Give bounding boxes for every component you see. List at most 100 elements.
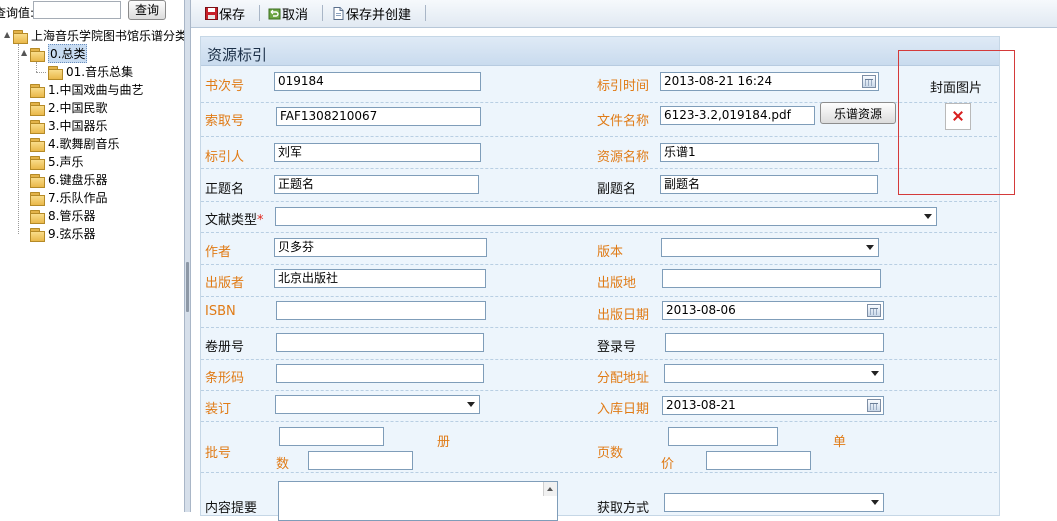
calendar-icon[interactable] <box>867 399 881 412</box>
tree-item-general[interactable]: 0.总类 <box>29 44 88 63</box>
request-no-input[interactable]: FAF1308210067 <box>276 107 481 126</box>
sub-title-label: 副题名 <box>597 182 637 197</box>
tree-item-folk-song[interactable]: 2.中国民歌 <box>29 99 107 116</box>
pub-date-value: 2013-08-06 <box>666 303 736 317</box>
author-input[interactable]: 贝多芬 <box>274 238 487 257</box>
tree-connector <box>36 62 37 72</box>
tree-connector <box>36 72 46 73</box>
row-divider <box>201 264 997 265</box>
file-name-input[interactable]: 6123-3.2,019184.pdf <box>660 106 815 125</box>
undo-icon <box>268 7 281 20</box>
unit-price-label-top: 单 <box>833 435 847 450</box>
summary-textarea[interactable] <box>278 481 558 521</box>
pub-date-input[interactable]: 2013-08-06 <box>662 301 884 320</box>
calendar-icon[interactable] <box>867 304 881 317</box>
unit-price-input[interactable] <box>706 451 811 470</box>
scroll-up-arrow[interactable] <box>543 482 557 496</box>
category-tree-pane: 查询值: 查询 ▲ 上海音乐学院图书馆乐谱分类 ▲ 0.总类 01.音乐总集 1… <box>0 0 184 512</box>
tree-item-instrumental[interactable]: 3.中国器乐 <box>29 117 107 134</box>
tree-item-strings[interactable]: 9.弦乐器 <box>29 225 95 242</box>
tree-connector <box>18 44 19 234</box>
tree-item-wind[interactable]: 8.管乐器 <box>29 207 95 224</box>
file-name-label: 文件名称 <box>597 114 650 129</box>
floppy-disk-icon <box>205 6 218 20</box>
sub-title-input[interactable]: 副题名 <box>660 175 878 194</box>
tree-item-dance-drama[interactable]: 4.歌舞剧音乐 <box>29 135 119 152</box>
save-and-create-button[interactable]: 保存并创建 <box>332 4 411 23</box>
resource-name-label: 资源名称 <box>597 150 650 165</box>
publisher-label: 出版者 <box>205 276 245 291</box>
acquisition-select[interactable] <box>664 493 884 512</box>
tree-item-music-collection[interactable]: 01.音乐总集 <box>47 63 133 80</box>
call-no-input[interactable]: 019184 <box>274 72 481 91</box>
tree-item-label: 2.中国民歌 <box>48 101 108 115</box>
row-divider <box>201 296 997 297</box>
pane-splitter[interactable] <box>184 0 191 512</box>
score-resource-button[interactable]: 乐谱资源 <box>820 102 896 124</box>
indexer-label: 标引人 <box>205 150 245 165</box>
summary-label: 内容提要 <box>205 501 258 516</box>
splitter-grip[interactable] <box>186 262 189 312</box>
tree-item-label: 3.中国器乐 <box>48 119 108 133</box>
pages-input[interactable] <box>668 427 778 446</box>
pub-place-input[interactable] <box>662 269 881 288</box>
publisher-input[interactable]: 北京出版社 <box>274 269 486 288</box>
acquisition-label: 获取方式 <box>597 501 650 516</box>
binding-label: 装订 <box>205 402 232 417</box>
index-time-input[interactable]: 2013-08-21 16:24 <box>660 72 879 91</box>
tree-root-label: 上海音乐学院图书馆乐谱分类 <box>31 29 184 43</box>
resource-name-input[interactable]: 乐谱1 <box>660 143 879 162</box>
tree-item-vocal[interactable]: 5.声乐 <box>29 153 83 170</box>
edition-select[interactable] <box>661 238 879 257</box>
folder-icon <box>29 173 45 188</box>
author-label: 作者 <box>205 245 232 260</box>
isbn-input[interactable] <box>276 301 486 320</box>
register-no-label: 登录号 <box>597 340 637 355</box>
broken-image-icon[interactable] <box>945 103 971 130</box>
alloc-addr-label: 分配地址 <box>597 371 650 386</box>
toolbar-separator <box>259 5 260 21</box>
main-title-input[interactable]: 正题名 <box>274 175 479 194</box>
binding-select[interactable] <box>275 395 480 414</box>
folder-icon <box>29 47 45 62</box>
doc-type-select[interactable] <box>275 207 937 226</box>
volume-input[interactable] <box>276 333 484 352</box>
collapse-icon[interactable]: ▲ <box>4 30 10 39</box>
tree-root[interactable]: 上海音乐学院图书馆乐谱分类 <box>12 27 184 44</box>
batch-no-input[interactable] <box>279 427 384 446</box>
storage-date-input[interactable]: 2013-08-21 <box>662 396 884 415</box>
index-time-label: 标引时间 <box>597 79 650 94</box>
calendar-icon[interactable] <box>862 75 876 88</box>
volume-count-input[interactable] <box>308 451 413 470</box>
indexer-input[interactable]: 刘军 <box>274 143 481 162</box>
search-input[interactable] <box>33 1 121 19</box>
tree-item-keyboard[interactable]: 6.键盘乐器 <box>29 171 107 188</box>
barcode-input[interactable] <box>276 364 484 383</box>
cancel-button[interactable]: 取消 <box>268 4 308 23</box>
edition-label: 版本 <box>597 245 624 260</box>
save-button[interactable]: 保存 <box>205 4 245 23</box>
chevron-down-icon <box>871 371 879 376</box>
chevron-down-icon <box>467 402 475 407</box>
register-no-input[interactable] <box>665 333 884 352</box>
tree-item-label: 4.歌舞剧音乐 <box>48 137 120 151</box>
folder-icon <box>29 83 45 98</box>
folder-icon <box>29 155 45 170</box>
call-no-label: 书次号 <box>205 79 245 94</box>
barcode-label: 条形码 <box>205 371 245 386</box>
tree-item-label: 7.乐队作品 <box>48 191 108 205</box>
tree-item-label: 9.弦乐器 <box>48 227 96 241</box>
alloc-addr-select[interactable] <box>664 364 884 383</box>
search-button[interactable]: 查询 <box>128 0 166 20</box>
tree-item-orchestra[interactable]: 7.乐队作品 <box>29 189 107 206</box>
tree-item-chinese-opera[interactable]: 1.中国戏曲与曲艺 <box>29 81 143 98</box>
folder-icon <box>29 101 45 116</box>
storage-date-value: 2013-08-21 <box>666 398 736 412</box>
row-divider <box>201 232 997 233</box>
pub-date-label: 出版日期 <box>597 308 650 323</box>
request-no-label: 索取号 <box>205 114 245 129</box>
storage-date-label: 入库日期 <box>597 402 650 417</box>
folder-icon <box>47 65 63 80</box>
collapse-icon[interactable]: ▲ <box>21 48 27 57</box>
row-divider <box>201 136 997 137</box>
